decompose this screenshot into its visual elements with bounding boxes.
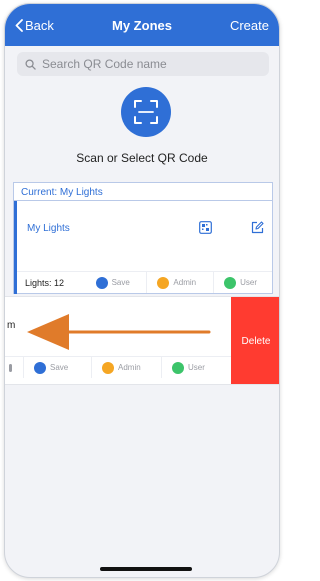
admin-icon (102, 361, 114, 374)
scan-frame-icon (134, 100, 158, 124)
user-icon (224, 276, 237, 289)
zone-name-fragment: m (7, 320, 16, 331)
save-action[interactable]: Save (86, 272, 147, 293)
search-bar[interactable] (17, 52, 269, 76)
swiped-edge-action (5, 357, 23, 378)
scan-label: Scan or Select QR Code (76, 151, 208, 165)
nav-bar: Back My Zones Create (5, 4, 279, 46)
user-action[interactable]: User (213, 272, 272, 293)
save-label: Save (50, 363, 69, 372)
lights-count: Lights: 12 (25, 277, 65, 288)
current-zone-header: Current: My Lights (14, 183, 272, 201)
admin-label: Admin (118, 363, 141, 372)
home-indicator (100, 567, 192, 571)
swiped-actions-row: Save Admin User (5, 356, 231, 378)
save-label: Save (111, 278, 130, 287)
edit-icon[interactable] (251, 221, 264, 234)
user-label: User (240, 278, 257, 287)
admin-icon (157, 276, 170, 289)
save-icon (34, 361, 46, 374)
zone-actions-row: Lights: 12 Save Admin User (17, 271, 272, 293)
scan-qr-button[interactable] (121, 87, 171, 137)
save-icon (95, 276, 108, 289)
admin-label: Admin (173, 278, 197, 287)
search-input[interactable] (42, 57, 252, 71)
delete-button[interactable]: Delete (231, 297, 279, 384)
user-label: User (188, 363, 205, 372)
action-edge-icon (9, 363, 12, 372)
qr-code-icon[interactable] (199, 221, 212, 234)
swipe-left-arrow-icon (27, 314, 211, 350)
user-action[interactable]: User (161, 357, 231, 378)
save-action[interactable]: Save (23, 357, 91, 378)
zone-name: My Lights (27, 223, 70, 234)
create-button[interactable]: Create (230, 18, 269, 33)
current-zone-card: Current: My Lights My Lights Lights: 12 … (13, 182, 273, 294)
search-icon (25, 58, 36, 70)
user-icon (172, 361, 184, 374)
admin-action[interactable]: Admin (91, 357, 161, 378)
admin-action[interactable]: Admin (146, 272, 213, 293)
phone-frame: Back My Zones Create Scan or Select QR C… (4, 3, 280, 578)
current-zone-row[interactable]: My Lights Lights: 12 Save Admin User (14, 201, 272, 294)
